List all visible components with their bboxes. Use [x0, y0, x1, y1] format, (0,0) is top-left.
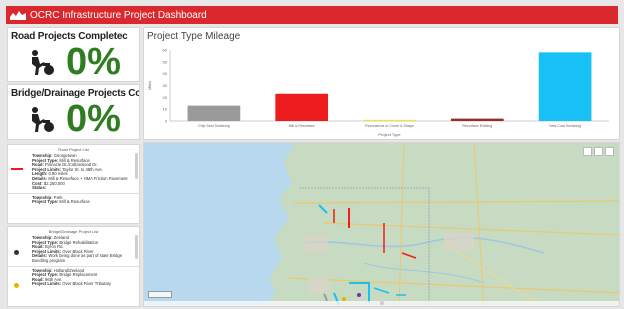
urban-area: [444, 233, 474, 251]
x-tick-label: Reconstruct or Crush & Shape: [365, 124, 414, 128]
bar: [538, 52, 592, 121]
bar-chart: 0 10 20 30 40 50 60 Miles Chip Seal Surfacing Mil…: [147, 48, 609, 137]
project-type-mileage-chart: Project Type Mileage 0 10 20 30 40 50 60 Miles C…: [143, 27, 620, 140]
dashboard: OCRC Infrastructure Project Dashboard Ro…: [0, 0, 624, 309]
x-tick-label: Seal Coat Surfacing: [549, 124, 581, 128]
y-tick-label: 0: [165, 119, 168, 124]
map-attribution: [144, 301, 619, 306]
list-item[interactable]: Township: Park Project Type: Mill & Resu…: [8, 192, 139, 207]
map-controls: [583, 147, 614, 156]
bridge-drainage-project-list[interactable]: Bridge/Drainage Project List Township: Z…: [7, 226, 140, 307]
y-tick-label: 60: [163, 48, 168, 53]
list-header: Road Project List: [58, 147, 89, 152]
road-project-segment[interactable]: [373, 287, 390, 294]
indicator-title: Bridge/Drainage Projects Complete: [11, 88, 140, 99]
y-tick-label: 50: [163, 59, 168, 64]
home-button[interactable]: [583, 147, 592, 156]
bar: [450, 118, 504, 121]
worker-roller-icon: [28, 105, 56, 133]
indicator-value: 0%: [66, 41, 121, 82]
x-axis-label: Project Type: [378, 132, 401, 137]
bar: [363, 119, 416, 121]
y-tick-label: 30: [163, 83, 168, 88]
river: [303, 237, 545, 254]
road-projects-indicator[interactable]: Road Projects Completec 0%: [7, 27, 140, 82]
zoom-out-button[interactable]: [605, 147, 614, 156]
indicator-value: 0%: [66, 98, 121, 140]
project-map[interactable]: [143, 142, 620, 307]
x-tick-label: Chip Seal Surfacing: [198, 124, 230, 128]
red-line-marker-icon: [11, 168, 23, 170]
y-axis-label: Miles: [147, 81, 152, 90]
highway: [293, 200, 619, 204]
map-scale-bar: [148, 291, 172, 298]
app-title: OCRC Infrastructure Project Dashboard: [30, 9, 207, 21]
indicator-title: Road Projects Completec: [11, 31, 128, 42]
zoom-in-button[interactable]: [594, 147, 603, 156]
highway: [443, 242, 542, 306]
bridge-project-point[interactable]: [357, 293, 361, 297]
bar: [187, 105, 241, 121]
highway: [398, 143, 405, 306]
road-project-segment[interactable]: [318, 204, 328, 214]
drainage-marker-icon: [14, 282, 19, 288]
road-project-segment[interactable]: [323, 292, 328, 302]
highway: [288, 277, 619, 294]
road-project-list[interactable]: Road Project List Township: Georgetown P…: [7, 144, 140, 224]
title-bar: OCRC Infrastructure Project Dashboard: [6, 6, 618, 24]
road-project-segment[interactable]: [401, 252, 417, 259]
urban-area: [309, 278, 329, 294]
map-canvas[interactable]: [144, 143, 620, 307]
list-item[interactable]: Township: Holland/Zeeland Project Type: …: [8, 265, 139, 289]
bridge-marker-icon: [14, 250, 19, 255]
list-item[interactable]: Township: Zeeland Project Type: Bridge R…: [8, 234, 139, 266]
bridge-projects-indicator[interactable]: Bridge/Drainage Projects Complete 0%: [7, 84, 140, 140]
y-tick-label: 40: [163, 71, 168, 76]
bar: [275, 93, 329, 121]
lake-michigan: [144, 143, 294, 306]
y-tick-label: 20: [163, 95, 168, 100]
x-tick-label: Mill & Resurface: [289, 124, 315, 128]
list-header: Bridge/Drainage Project List: [48, 229, 99, 234]
y-tick-label: 10: [163, 107, 168, 112]
highway: [473, 143, 485, 306]
chart-title: Project Type Mileage: [147, 31, 241, 42]
x-tick-label: Resurface Existing: [462, 124, 492, 128]
list-item[interactable]: Township: Georgetown Project Type: Mill …: [8, 152, 139, 193]
county-logo-icon: [10, 10, 26, 20]
worker-roller-icon: [28, 48, 56, 76]
urban-area: [304, 235, 328, 253]
river: [363, 262, 485, 284]
